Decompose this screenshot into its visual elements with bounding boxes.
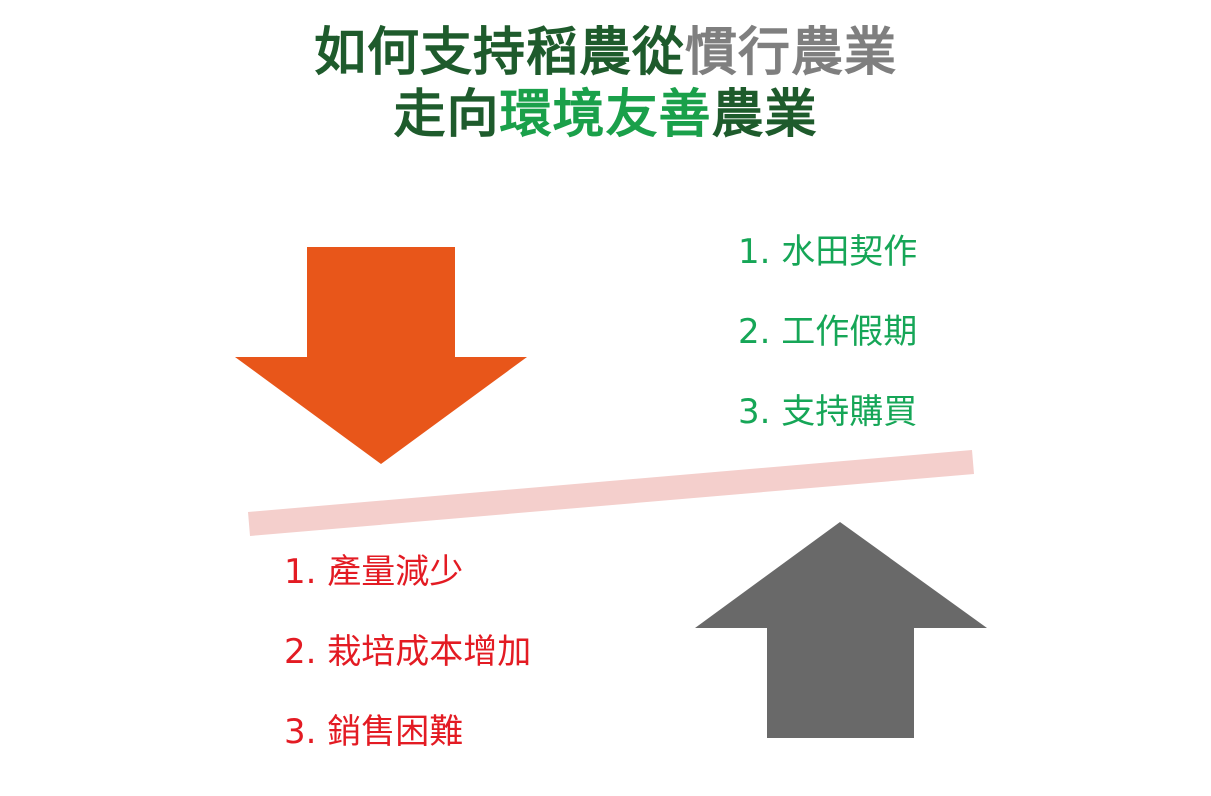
orange-down-arrow-icon bbox=[235, 247, 527, 464]
support-item-purchase: 3. 支持購買 bbox=[738, 392, 918, 432]
problem-item-cost-increase: 2. 栽培成本增加 bbox=[284, 632, 532, 672]
balance-diagram bbox=[235, 247, 987, 738]
support-methods-list: 1. 水田契作 2. 工作假期 3. 支持購買 bbox=[738, 232, 917, 472]
support-item-contract-farming: 1. 水田契作 bbox=[738, 232, 918, 272]
grey-up-arrow-icon bbox=[695, 522, 987, 738]
problem-item-sales-difficulty: 3. 銷售困難 bbox=[284, 712, 464, 752]
problem-item-yield-decrease: 1. 產量減少 bbox=[284, 552, 464, 592]
problems-list: 1. 產量減少 2. 栽培成本增加 3. 銷售困難 bbox=[284, 552, 531, 792]
support-item-work-holiday: 2. 工作假期 bbox=[738, 312, 918, 352]
